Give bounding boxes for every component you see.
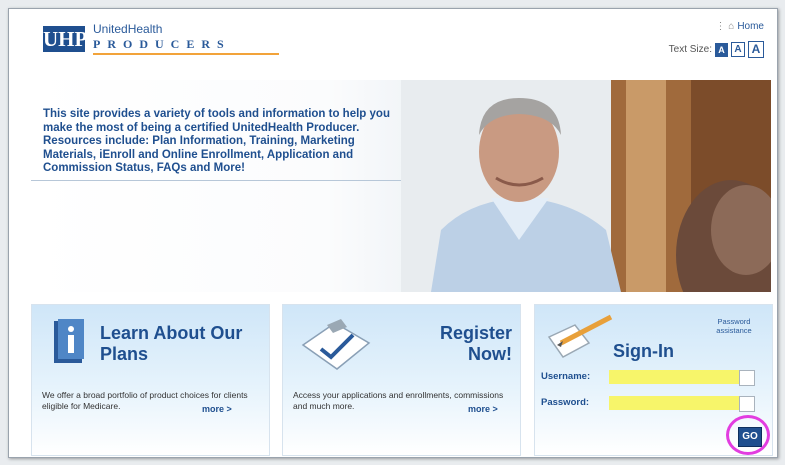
hero-banner: This site provides a variety of tools an…	[31, 80, 771, 292]
text-size-control: Text Size: A A A	[669, 41, 764, 58]
home-link[interactable]: ⋮ ⌂ Home	[715, 21, 764, 32]
home-link-label: Home	[737, 21, 764, 32]
page-frame: UHP UnitedHealth PRODUCERS ⋮ ⌂ Home Text …	[8, 8, 778, 458]
home-icon: ⋮ ⌂	[715, 21, 735, 32]
username-label: Username:	[541, 371, 591, 382]
signin-title: Sign-In	[613, 341, 674, 361]
learn-plans-panel: Learn About Our Plans We offer a broad p…	[31, 304, 270, 456]
clipboard-check-icon	[301, 319, 371, 370]
username-field[interactable]	[609, 370, 739, 384]
info-book-icon	[54, 319, 84, 363]
register-more-link[interactable]: more >	[468, 404, 498, 414]
text-size-small-button[interactable]: A	[715, 42, 728, 57]
text-size-medium-button[interactable]: A	[731, 42, 745, 57]
hero-photo	[401, 80, 771, 292]
learn-plans-more-link[interactable]: more >	[202, 404, 232, 414]
logo-underline	[93, 53, 279, 55]
password-label: Password:	[541, 397, 590, 408]
password-assistance-link[interactable]: Password assistance	[704, 317, 764, 335]
password-field-end	[739, 396, 755, 412]
text-size-large-button[interactable]: A	[748, 41, 764, 58]
username-field-end	[739, 370, 755, 386]
text-size-label: Text Size:	[668, 44, 712, 55]
logo-brand-top: UnitedHealth	[93, 22, 163, 36]
learn-plans-title[interactable]: Learn About Our Plans	[100, 323, 260, 365]
register-panel: Register Now! Access your applications a…	[282, 304, 521, 456]
uhp-logo[interactable]: UHP UnitedHealth PRODUCERS	[43, 19, 283, 61]
logo-mark: UHP	[43, 26, 88, 52]
notepad-pen-icon	[547, 314, 613, 358]
hero-divider	[31, 180, 411, 181]
go-button-highlight-ring	[726, 415, 770, 455]
password-field[interactable]	[609, 396, 739, 410]
register-title[interactable]: Register Now!	[440, 323, 512, 365]
hero-text: This site provides a variety of tools an…	[43, 108, 390, 174]
logo-brand-bottom: PRODUCERS	[93, 37, 231, 51]
site-header: UHP UnitedHealth PRODUCERS ⋮ ⌂ Home Text …	[9, 9, 777, 79]
signin-panel: Password assistance Sign-In Username: Pa…	[534, 304, 773, 456]
register-title-line2: Now!	[468, 344, 512, 364]
register-title-line1: Register	[439, 323, 512, 343]
